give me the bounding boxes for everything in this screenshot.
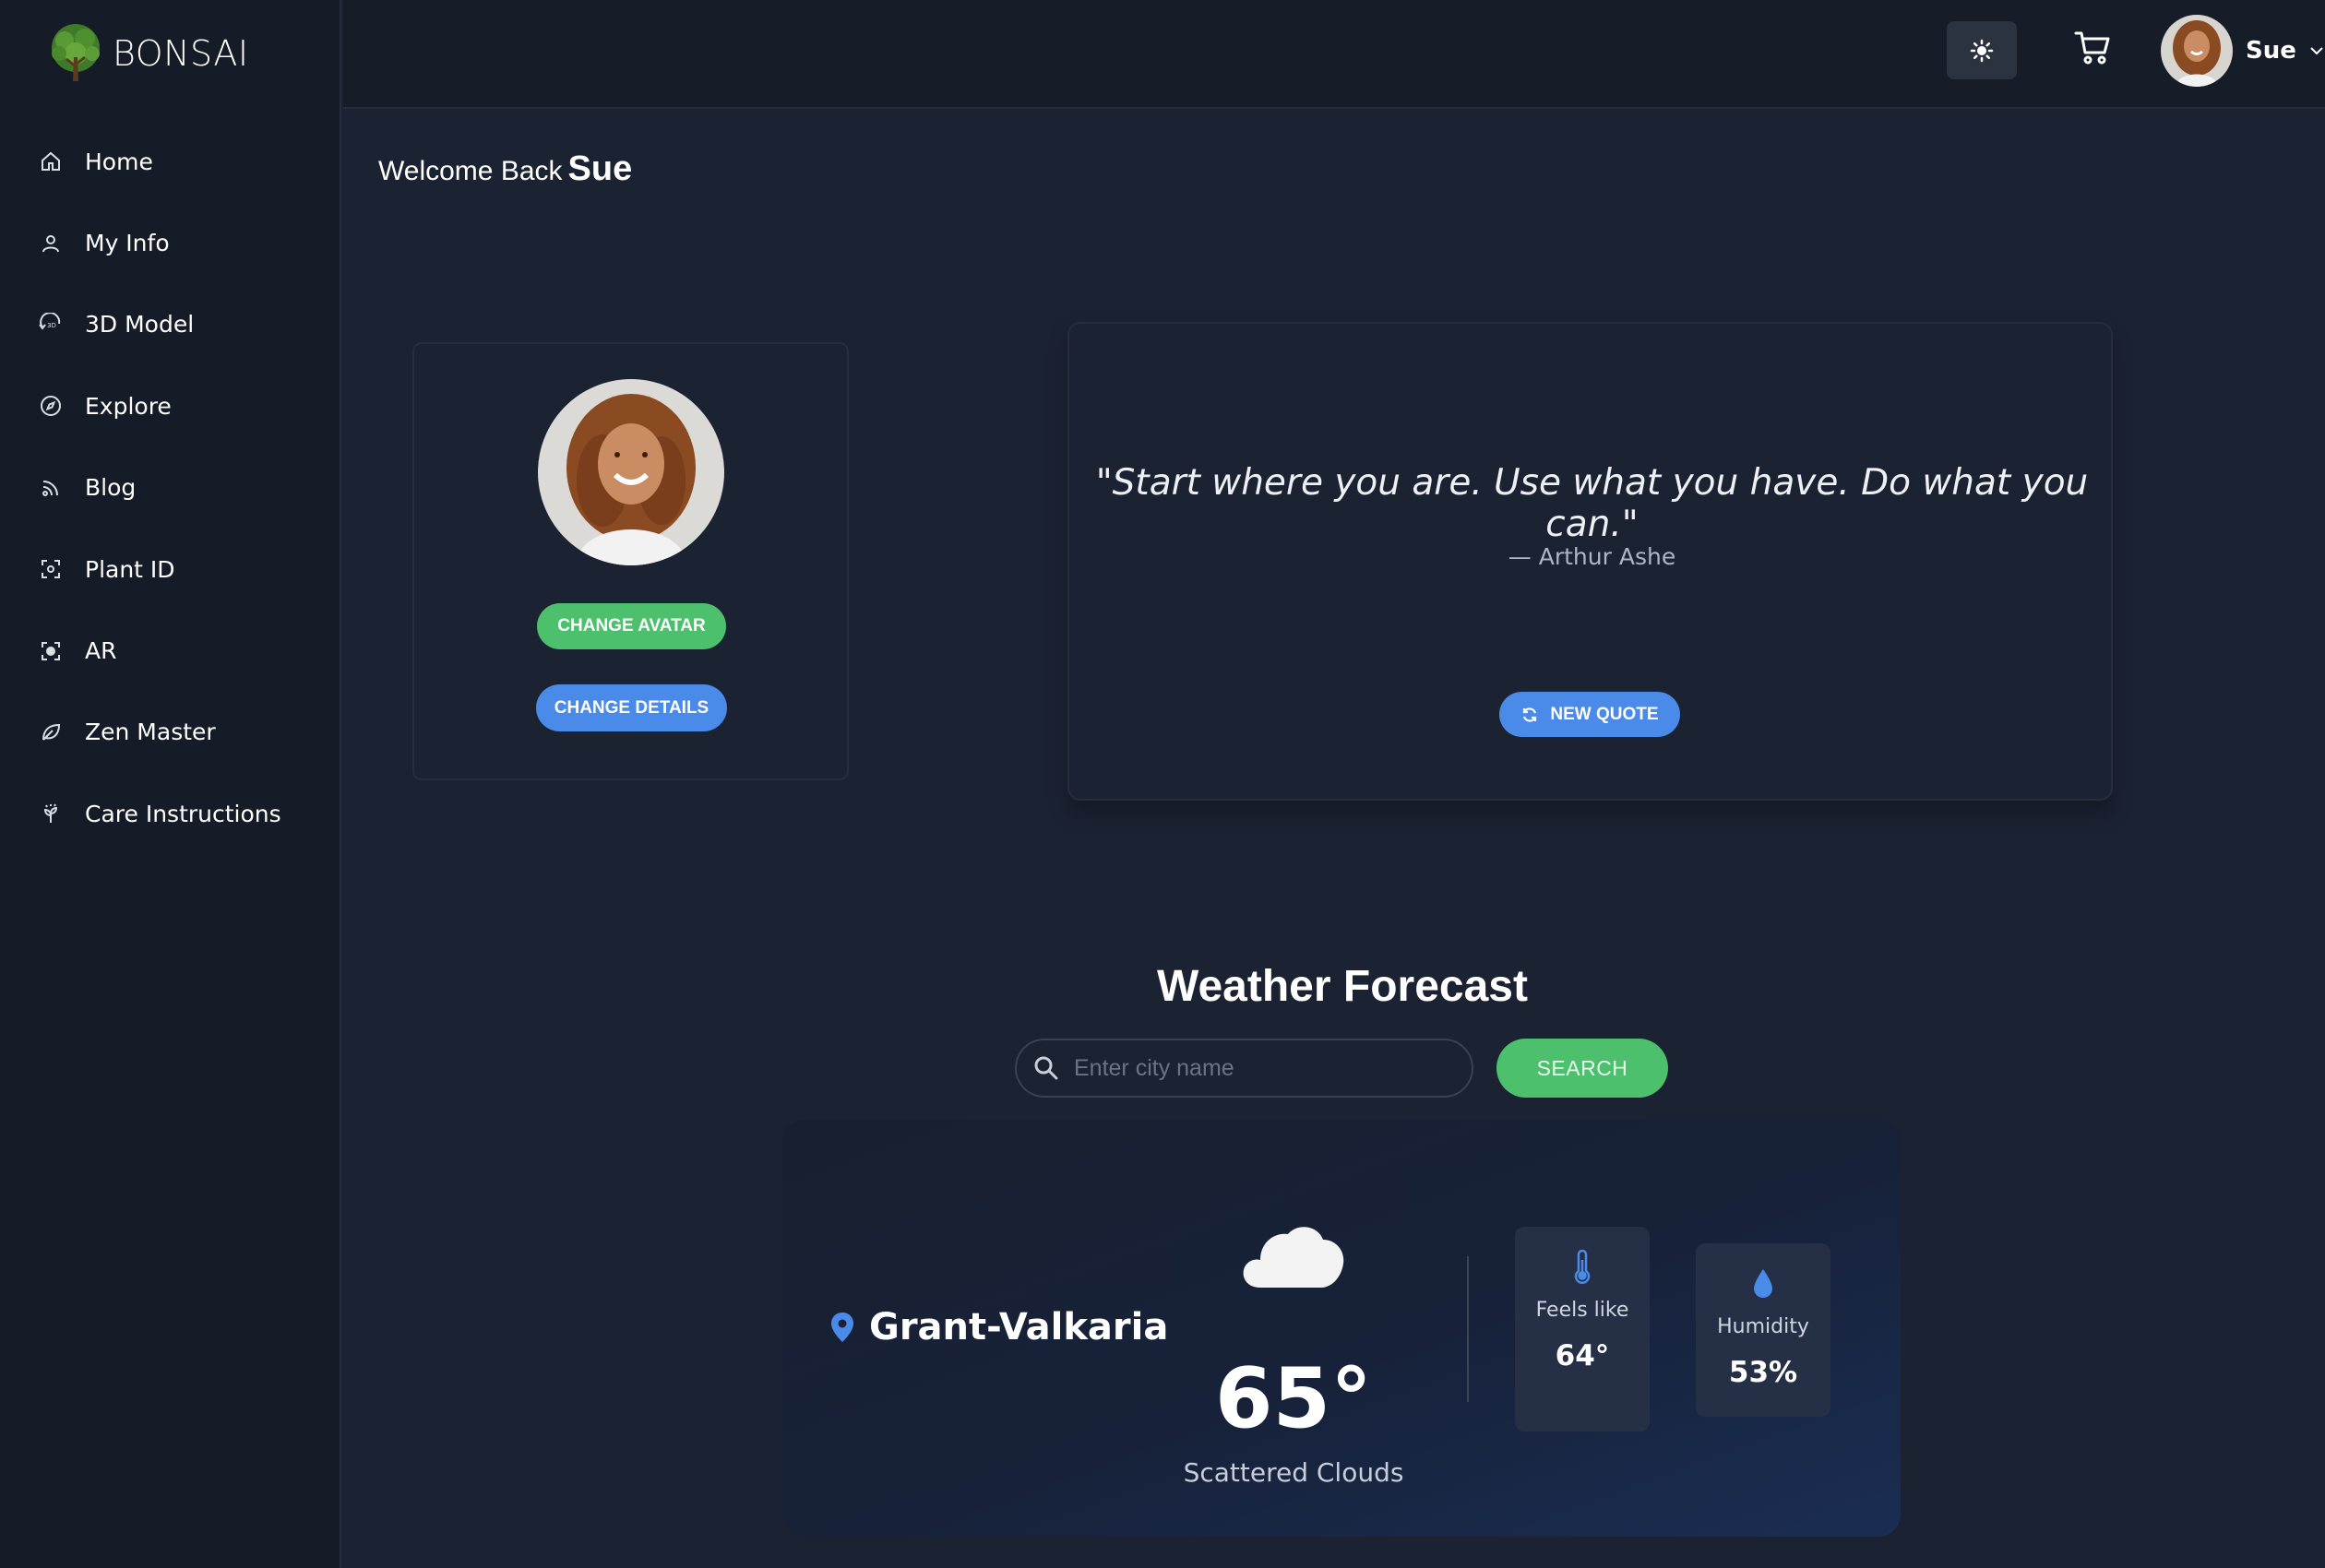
cart-button[interactable] bbox=[2069, 24, 2116, 72]
app-root: BONSAI Home My Info 3D 3D Model Explore … bbox=[0, 0, 2325, 1568]
humidity-box: Humidity 53% bbox=[1696, 1243, 1830, 1417]
city-search-box bbox=[1015, 1039, 1473, 1098]
sidebar-item-ar[interactable]: AR bbox=[0, 610, 341, 691]
home-icon bbox=[39, 149, 63, 173]
weather-title: Weather Forecast bbox=[1157, 962, 1528, 1011]
location: Grant-Valkaria bbox=[830, 1306, 1168, 1348]
search-icon bbox=[1034, 1056, 1058, 1080]
user-menu[interactable]: Sue bbox=[2161, 15, 2325, 87]
cloud-icon bbox=[1243, 1227, 1344, 1288]
sidebar-item-home[interactable]: Home bbox=[0, 121, 341, 202]
city-search-input[interactable] bbox=[1074, 1054, 1461, 1082]
sun-icon bbox=[1970, 39, 1994, 62]
quote-card: "Start where you are. Use what you have.… bbox=[1067, 322, 2113, 801]
quote-author: — Arthur Ashe bbox=[1508, 543, 1676, 570]
sidebar-item-label: AR bbox=[85, 637, 117, 665]
profile-avatar bbox=[538, 379, 724, 565]
bonsai-tree-logo-icon bbox=[52, 24, 100, 81]
feels-like-value: 64° bbox=[1555, 1339, 1610, 1372]
sidebar-item-plant-id[interactable]: Plant ID bbox=[0, 529, 341, 610]
thermometer-icon bbox=[1574, 1249, 1591, 1284]
location-pin-icon bbox=[831, 1313, 853, 1342]
change-details-button[interactable]: CHANGE DETAILS bbox=[536, 684, 727, 731]
sidebar-item-label: Zen Master bbox=[85, 719, 216, 746]
sidebar-item-my-info[interactable]: My Info bbox=[0, 202, 341, 283]
ar-scan-icon bbox=[39, 639, 63, 663]
sidebar-item-label: 3D Model bbox=[85, 311, 195, 339]
weather-card: Grant-Valkaria 65° Scattered Clouds Feel… bbox=[782, 1120, 1901, 1537]
3d-rotate-icon: 3D bbox=[39, 312, 63, 337]
sidebar-item-3d-model[interactable]: 3D 3D Model bbox=[0, 284, 341, 365]
feels-like-label: Feels like bbox=[1535, 1299, 1629, 1322]
sidebar-item-label: Home bbox=[85, 148, 153, 175]
new-quote-label: NEW QUOTE bbox=[1550, 704, 1659, 724]
sidebar-item-label: My Info bbox=[85, 230, 170, 257]
top-bar: Sue bbox=[343, 0, 2325, 109]
sidebar-item-label: Plant ID bbox=[85, 555, 175, 583]
cart-icon bbox=[2074, 31, 2110, 65]
humidity-label: Humidity bbox=[1717, 1315, 1809, 1338]
sidebar-nav: Home My Info 3D 3D Model Explore Blog Pl… bbox=[0, 121, 341, 855]
rss-icon bbox=[39, 476, 63, 500]
sidebar-item-zen-master[interactable]: Zen Master bbox=[0, 692, 341, 773]
logo[interactable]: BONSAI bbox=[44, 18, 249, 89]
compass-icon bbox=[39, 394, 63, 418]
water-drop-icon bbox=[1754, 1269, 1772, 1298]
welcome-prefix: Welcome Back bbox=[378, 156, 563, 186]
sidebar-item-label: Blog bbox=[85, 474, 137, 502]
quote-text: "Start where you are. Use what you have.… bbox=[1095, 462, 2089, 545]
chevron-down-icon[interactable] bbox=[2307, 42, 2325, 60]
user-name: Sue bbox=[2246, 37, 2296, 65]
user-icon bbox=[39, 232, 63, 255]
svg-text:3D: 3D bbox=[47, 322, 56, 329]
profile-card: CHANGE AVATAR CHANGE DETAILS bbox=[412, 342, 849, 780]
theme-toggle-button[interactable] bbox=[1947, 21, 2017, 79]
divider bbox=[1467, 1256, 1469, 1402]
city-name: Grant-Valkaria bbox=[869, 1306, 1169, 1348]
search-button[interactable]: SEARCH bbox=[1496, 1039, 1668, 1098]
sidebar-item-label: Care Instructions bbox=[85, 800, 281, 827]
sidebar-item-explore[interactable]: Explore bbox=[0, 365, 341, 446]
sidebar: BONSAI Home My Info 3D 3D Model Explore … bbox=[0, 0, 341, 1568]
plant-care-icon bbox=[39, 802, 63, 826]
sidebar-item-care-instructions[interactable]: Care Instructions bbox=[0, 773, 341, 854]
new-quote-button[interactable]: NEW QUOTE bbox=[1499, 692, 1680, 737]
refresh-icon bbox=[1523, 707, 1537, 722]
humidity-value: 53% bbox=[1728, 1356, 1798, 1389]
leaf-icon bbox=[39, 720, 63, 744]
change-avatar-button[interactable]: CHANGE AVATAR bbox=[537, 603, 726, 649]
logo-text: BONSAI bbox=[113, 33, 249, 74]
weather-description: Scattered Clouds bbox=[1183, 1457, 1404, 1488]
feels-like-box: Feels like 64° bbox=[1515, 1227, 1650, 1431]
sidebar-item-blog[interactable]: Blog bbox=[0, 447, 341, 529]
welcome-heading: Welcome Back Sue bbox=[378, 149, 632, 189]
scan-icon bbox=[39, 557, 63, 581]
sidebar-item-label: Explore bbox=[85, 392, 172, 420]
temperature: 65° bbox=[1214, 1350, 1373, 1447]
welcome-user-name: Sue bbox=[567, 149, 633, 188]
avatar[interactable] bbox=[2161, 15, 2233, 87]
